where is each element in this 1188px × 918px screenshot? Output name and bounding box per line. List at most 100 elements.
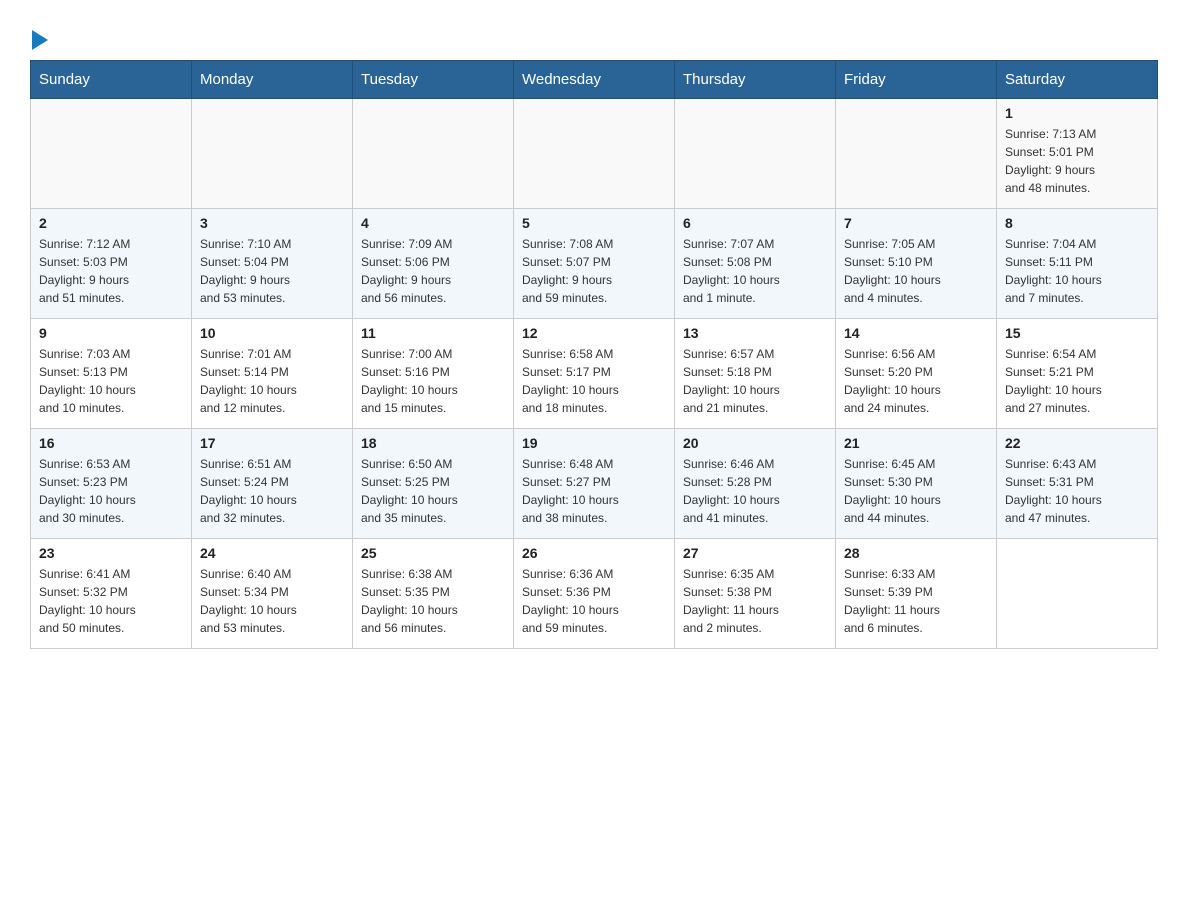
calendar-cell: [836, 99, 997, 209]
day-number: 6: [683, 215, 827, 231]
day-number: 11: [361, 325, 505, 341]
day-number: 4: [361, 215, 505, 231]
header-cell-saturday: Saturday: [997, 61, 1158, 99]
calendar-cell: 18 Sunrise: 6:50 AM Sunset: 5:25 PM Dayli…: [353, 429, 514, 539]
calendar-cell: 9 Sunrise: 7:03 AM Sunset: 5:13 PM Daylig…: [31, 319, 192, 429]
calendar-cell: 19 Sunrise: 6:48 AM Sunset: 5:27 PM Dayli…: [514, 429, 675, 539]
calendar-cell: 26Sunrise: 6:36 AM Sunset: 5:36 PM Dayli…: [514, 539, 675, 649]
calendar-cell: 5 Sunrise: 7:08 AM Sunset: 5:07 PM Daylig…: [514, 209, 675, 319]
header-cell-thursday: Thursday: [675, 61, 836, 99]
calendar-cell: [514, 99, 675, 209]
calendar-cell: 27Sunrise: 6:35 AM Sunset: 5:38 PM Dayli…: [675, 539, 836, 649]
calendar-cell: 3 Sunrise: 7:10 AM Sunset: 5:04 PM Daylig…: [192, 209, 353, 319]
day-number: 28: [844, 545, 988, 561]
calendar-cell: 28 Sunrise: 6:33 AM Sunset: 5:39 PM Dayli…: [836, 539, 997, 649]
day-number: 20: [683, 435, 827, 451]
calendar-cell: [31, 99, 192, 209]
day-number: 17: [200, 435, 344, 451]
header-cell-sunday: Sunday: [31, 61, 192, 99]
day-number: 18: [361, 435, 505, 451]
header-row: SundayMondayTuesdayWednesdayThursdayFrid…: [31, 61, 1158, 99]
day-info: Sunrise: 7:01 AM Sunset: 5:14 PM Dayligh…: [200, 345, 344, 417]
day-number: 15: [1005, 325, 1149, 341]
calendar-body: 1 Sunrise: 7:13 AM Sunset: 5:01 PM Daylig…: [31, 99, 1158, 649]
day-number: 8: [1005, 215, 1149, 231]
day-info: Sunrise: 7:09 AM Sunset: 5:06 PM Dayligh…: [361, 235, 505, 307]
day-info: Sunrise: 6:56 AM Sunset: 5:20 PM Dayligh…: [844, 345, 988, 417]
day-info: Sunrise: 6:40 AM Sunset: 5:34 PM Dayligh…: [200, 565, 344, 637]
calendar-cell: 11 Sunrise: 7:00 AM Sunset: 5:16 PM Dayli…: [353, 319, 514, 429]
calendar-cell: 24 Sunrise: 6:40 AM Sunset: 5:34 PM Dayli…: [192, 539, 353, 649]
page-header: [30, 20, 1158, 50]
calendar-cell: 16 Sunrise: 6:53 AM Sunset: 5:23 PM Dayli…: [31, 429, 192, 539]
calendar-cell: [997, 539, 1158, 649]
day-info: Sunrise: 7:04 AM Sunset: 5:11 PM Dayligh…: [1005, 235, 1149, 307]
day-info: Sunrise: 6:38 AM Sunset: 5:35 PM Dayligh…: [361, 565, 505, 637]
day-number: 24: [200, 545, 344, 561]
day-info: Sunrise: 6:48 AM Sunset: 5:27 PM Dayligh…: [522, 455, 666, 527]
calendar-cell: [675, 99, 836, 209]
day-number: 2: [39, 215, 183, 231]
day-number: 19: [522, 435, 666, 451]
calendar-cell: 6 Sunrise: 7:07 AM Sunset: 5:08 PM Daylig…: [675, 209, 836, 319]
day-number: 7: [844, 215, 988, 231]
day-number: 5: [522, 215, 666, 231]
day-info: Sunrise: 7:07 AM Sunset: 5:08 PM Dayligh…: [683, 235, 827, 307]
day-number: 26: [522, 545, 666, 561]
calendar-row: 23Sunrise: 6:41 AM Sunset: 5:32 PM Dayli…: [31, 539, 1158, 649]
day-number: 9: [39, 325, 183, 341]
calendar-cell: 4 Sunrise: 7:09 AM Sunset: 5:06 PM Daylig…: [353, 209, 514, 319]
calendar-cell: 21 Sunrise: 6:45 AM Sunset: 5:30 PM Dayli…: [836, 429, 997, 539]
day-info: Sunrise: 6:41 AM Sunset: 5:32 PM Dayligh…: [39, 565, 183, 637]
header-cell-wednesday: Wednesday: [514, 61, 675, 99]
day-info: Sunrise: 7:10 AM Sunset: 5:04 PM Dayligh…: [200, 235, 344, 307]
day-info: Sunrise: 7:03 AM Sunset: 5:13 PM Dayligh…: [39, 345, 183, 417]
day-number: 22: [1005, 435, 1149, 451]
calendar-cell: 12 Sunrise: 6:58 AM Sunset: 5:17 PM Dayli…: [514, 319, 675, 429]
calendar-cell: 15 Sunrise: 6:54 AM Sunset: 5:21 PM Dayli…: [997, 319, 1158, 429]
calendar-cell: [353, 99, 514, 209]
calendar-row: 16 Sunrise: 6:53 AM Sunset: 5:23 PM Dayli…: [31, 429, 1158, 539]
calendar-cell: 25Sunrise: 6:38 AM Sunset: 5:35 PM Dayli…: [353, 539, 514, 649]
day-info: Sunrise: 6:58 AM Sunset: 5:17 PM Dayligh…: [522, 345, 666, 417]
day-number: 21: [844, 435, 988, 451]
header-cell-monday: Monday: [192, 61, 353, 99]
day-number: 12: [522, 325, 666, 341]
day-info: Sunrise: 7:05 AM Sunset: 5:10 PM Dayligh…: [844, 235, 988, 307]
calendar-row: 9 Sunrise: 7:03 AM Sunset: 5:13 PM Daylig…: [31, 319, 1158, 429]
day-number: 14: [844, 325, 988, 341]
calendar-row: 1 Sunrise: 7:13 AM Sunset: 5:01 PM Daylig…: [31, 99, 1158, 209]
day-info: Sunrise: 6:50 AM Sunset: 5:25 PM Dayligh…: [361, 455, 505, 527]
logo-arrow-icon: [32, 30, 48, 50]
calendar-cell: 10Sunrise: 7:01 AM Sunset: 5:14 PM Dayli…: [192, 319, 353, 429]
day-info: Sunrise: 7:00 AM Sunset: 5:16 PM Dayligh…: [361, 345, 505, 417]
day-info: Sunrise: 7:12 AM Sunset: 5:03 PM Dayligh…: [39, 235, 183, 307]
day-info: Sunrise: 7:08 AM Sunset: 5:07 PM Dayligh…: [522, 235, 666, 307]
calendar-cell: 7 Sunrise: 7:05 AM Sunset: 5:10 PM Daylig…: [836, 209, 997, 319]
day-info: Sunrise: 6:33 AM Sunset: 5:39 PM Dayligh…: [844, 565, 988, 637]
day-number: 1: [1005, 105, 1149, 121]
day-info: Sunrise: 6:54 AM Sunset: 5:21 PM Dayligh…: [1005, 345, 1149, 417]
header-cell-friday: Friday: [836, 61, 997, 99]
day-number: 16: [39, 435, 183, 451]
day-info: Sunrise: 6:53 AM Sunset: 5:23 PM Dayligh…: [39, 455, 183, 527]
day-number: 3: [200, 215, 344, 231]
day-info: Sunrise: 7:13 AM Sunset: 5:01 PM Dayligh…: [1005, 125, 1149, 197]
calendar-header: SundayMondayTuesdayWednesdayThursdayFrid…: [31, 61, 1158, 99]
calendar-cell: 17 Sunrise: 6:51 AM Sunset: 5:24 PM Dayli…: [192, 429, 353, 539]
calendar-cell: 8 Sunrise: 7:04 AM Sunset: 5:11 PM Daylig…: [997, 209, 1158, 319]
calendar-row: 2 Sunrise: 7:12 AM Sunset: 5:03 PM Daylig…: [31, 209, 1158, 319]
day-info: Sunrise: 6:43 AM Sunset: 5:31 PM Dayligh…: [1005, 455, 1149, 527]
day-number: 13: [683, 325, 827, 341]
day-info: Sunrise: 6:46 AM Sunset: 5:28 PM Dayligh…: [683, 455, 827, 527]
calendar-table: SundayMondayTuesdayWednesdayThursdayFrid…: [30, 60, 1158, 649]
day-info: Sunrise: 6:51 AM Sunset: 5:24 PM Dayligh…: [200, 455, 344, 527]
calendar-cell: 14 Sunrise: 6:56 AM Sunset: 5:20 PM Dayli…: [836, 319, 997, 429]
calendar-cell: 23Sunrise: 6:41 AM Sunset: 5:32 PM Dayli…: [31, 539, 192, 649]
calendar-cell: 2 Sunrise: 7:12 AM Sunset: 5:03 PM Daylig…: [31, 209, 192, 319]
day-info: Sunrise: 6:45 AM Sunset: 5:30 PM Dayligh…: [844, 455, 988, 527]
calendar-cell: 13Sunrise: 6:57 AM Sunset: 5:18 PM Dayli…: [675, 319, 836, 429]
calendar-cell: 1 Sunrise: 7:13 AM Sunset: 5:01 PM Daylig…: [997, 99, 1158, 209]
logo: [30, 30, 48, 50]
day-info: Sunrise: 6:35 AM Sunset: 5:38 PM Dayligh…: [683, 565, 827, 637]
